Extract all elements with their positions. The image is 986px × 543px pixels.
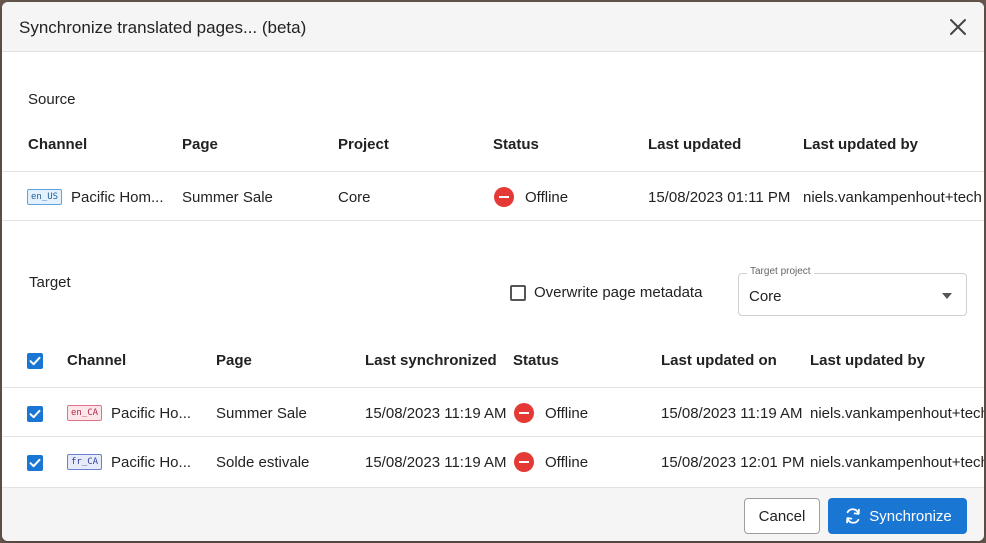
target-header-channel: Channel bbox=[67, 352, 127, 369]
divider bbox=[2, 387, 984, 388]
synchronize-dialog: Synchronize translated pages... (beta) S… bbox=[2, 2, 984, 541]
select-all-checkbox[interactable] bbox=[27, 353, 43, 369]
row-page: Solde estivale bbox=[216, 454, 310, 471]
source-last-updated-by: niels.vankampenhout+tech bbox=[803, 189, 982, 206]
synchronize-label: Synchronize bbox=[869, 507, 952, 525]
divider bbox=[2, 171, 984, 172]
divider bbox=[2, 220, 984, 221]
chevron-down-icon bbox=[942, 293, 952, 299]
target-header-last-updated-on: Last updated on bbox=[661, 352, 777, 369]
check-icon bbox=[29, 409, 41, 419]
check-icon bbox=[29, 458, 41, 468]
source-header-last-updated: Last updated bbox=[648, 136, 742, 153]
row-channel: Pacific Ho... bbox=[111, 405, 192, 422]
target-header-last-synchronized: Last synchronized bbox=[365, 352, 497, 369]
source-last-updated: 15/08/2023 01:11 PM bbox=[648, 189, 791, 206]
row-last-updated-on: 15/08/2023 12:01 PM bbox=[661, 454, 805, 471]
cancel-button[interactable]: Cancel bbox=[744, 498, 820, 534]
target-header-page: Page bbox=[216, 352, 252, 369]
row-checkbox[interactable] bbox=[27, 406, 43, 422]
close-button[interactable] bbox=[946, 15, 970, 39]
row-page: Summer Sale bbox=[216, 405, 307, 422]
row-checkbox[interactable] bbox=[27, 455, 43, 471]
sync-icon bbox=[846, 508, 861, 524]
target-section-label: Target bbox=[29, 274, 71, 291]
source-status: Offline bbox=[525, 189, 569, 206]
close-icon bbox=[950, 19, 966, 35]
row-status: Offline bbox=[545, 454, 589, 471]
target-project-select[interactable]: Target project Core bbox=[738, 266, 967, 316]
target-project-value: Core bbox=[749, 288, 782, 305]
source-project: Core bbox=[338, 189, 371, 206]
row-last-updated-by: niels.vankampenhout+tech bbox=[810, 405, 984, 422]
target-header-status: Status bbox=[513, 352, 559, 369]
overwrite-metadata-checkbox[interactable] bbox=[510, 285, 526, 301]
row-last-synchronized: 15/08/2023 11:19 AM bbox=[365, 405, 507, 422]
divider bbox=[2, 436, 984, 437]
row-channel: Pacific Ho... bbox=[111, 454, 192, 471]
source-header-last-updated-by: Last updated by bbox=[803, 136, 919, 153]
locale-badge: fr_CA bbox=[67, 454, 103, 470]
source-header-project: Project bbox=[338, 136, 389, 153]
synchronize-button[interactable]: Synchronize bbox=[828, 498, 967, 534]
offline-status-icon bbox=[514, 403, 534, 423]
dialog-title: Synchronize translated pages... (beta) bbox=[19, 18, 307, 37]
dialog-footer: Cancel Synchronize bbox=[2, 487, 984, 541]
source-section-label: Source bbox=[28, 91, 76, 108]
source-header-status: Status bbox=[493, 136, 539, 153]
row-last-updated-on: 15/08/2023 11:19 AM bbox=[661, 405, 803, 422]
dialog-header: Synchronize translated pages... (beta) bbox=[2, 2, 984, 52]
row-last-updated-by: niels.vankampenhout+tech bbox=[810, 454, 984, 471]
row-status: Offline bbox=[545, 405, 589, 422]
source-channel: Pacific Hom... bbox=[71, 189, 164, 206]
target-header-last-updated-by: Last updated by bbox=[810, 352, 926, 369]
overwrite-metadata-label: Overwrite page metadata bbox=[534, 284, 703, 301]
offline-status-icon bbox=[494, 187, 514, 207]
locale-badge: en_CA bbox=[67, 405, 103, 421]
locale-badge: en_US bbox=[27, 189, 63, 205]
row-last-synchronized: 15/08/2023 11:19 AM bbox=[365, 454, 507, 471]
source-page: Summer Sale bbox=[182, 189, 273, 206]
target-project-legend: Target project bbox=[747, 266, 814, 277]
check-icon bbox=[29, 356, 41, 366]
offline-status-icon bbox=[514, 452, 534, 472]
source-header-channel: Channel bbox=[28, 136, 88, 153]
source-header-page: Page bbox=[182, 136, 218, 153]
